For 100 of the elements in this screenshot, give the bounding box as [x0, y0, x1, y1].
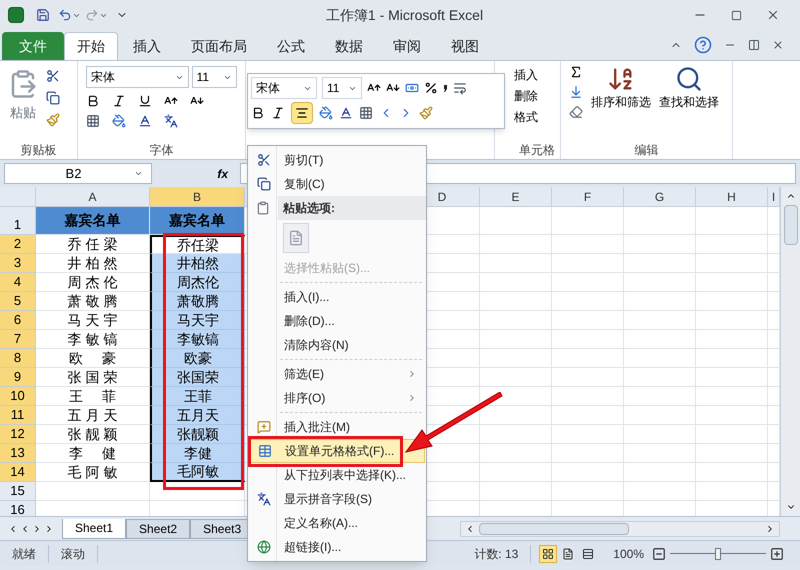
- row-header[interactable]: 15: [0, 482, 36, 501]
- vertical-scrollbar[interactable]: [780, 187, 800, 516]
- row-header[interactable]: 14: [0, 463, 36, 482]
- horizontal-scrollbar[interactable]: [460, 520, 780, 536]
- row-header[interactable]: 8: [0, 349, 36, 368]
- ribbon-tab[interactable]: 公式: [262, 32, 320, 60]
- column-header[interactable]: I: [768, 187, 780, 207]
- font-name-dropdown[interactable]: 宋体: [86, 66, 189, 88]
- phonetic-icon[interactable]: [164, 114, 178, 128]
- row-header[interactable]: 1: [0, 207, 36, 235]
- eraser-icon[interactable]: [569, 105, 583, 119]
- table-cell: [696, 273, 768, 292]
- row-header[interactable]: 5: [0, 292, 36, 311]
- ribbon-tab[interactable]: 数据: [320, 32, 378, 60]
- row-header[interactable]: 16: [0, 501, 36, 516]
- function-label[interactable]: fx: [156, 164, 236, 182]
- fill-color-icon[interactable]: [112, 114, 126, 128]
- row-header[interactable]: 3: [0, 254, 36, 273]
- paste-label[interactable]: 粘贴: [10, 103, 36, 122]
- ribbon-tab[interactable]: 页面布局: [176, 32, 262, 60]
- sheet-tab[interactable]: Sheet2: [126, 518, 190, 538]
- borders-icon[interactable]: [86, 114, 100, 128]
- maximize-icon[interactable]: [731, 10, 742, 20]
- column-header[interactable]: A: [36, 187, 150, 207]
- cells-command[interactable]: 删除: [514, 86, 538, 107]
- view-button[interactable]: [539, 544, 558, 562]
- find-select-button[interactable]: 查找和选择: [659, 65, 719, 141]
- file-tab[interactable]: 文件: [2, 32, 64, 60]
- column-header[interactable]: G: [624, 187, 696, 207]
- font-color-icon[interactable]: [138, 114, 152, 128]
- percent-icon[interactable]: [424, 81, 438, 95]
- cells-command[interactable]: 插入: [514, 65, 538, 86]
- row-header[interactable]: 7: [0, 330, 36, 349]
- zoom-slider[interactable]: [670, 548, 766, 560]
- menu-item[interactable]: 显示拼音字段(S): [249, 487, 425, 511]
- font-size-dropdown[interactable]: 11: [322, 77, 362, 99]
- cells-command[interactable]: 格式: [514, 107, 538, 128]
- borders-icon[interactable]: [359, 106, 373, 120]
- center-align-button[interactable]: [291, 102, 313, 124]
- column-header[interactable]: B: [150, 187, 245, 207]
- row-header[interactable]: 12: [0, 425, 36, 444]
- row-header[interactable]: 13: [0, 444, 36, 463]
- scroll-thumb[interactable]: [479, 522, 629, 534]
- restore-icon[interactable]: [748, 39, 760, 51]
- font-size-dropdown[interactable]: 11: [192, 66, 237, 88]
- sum-icon[interactable]: [569, 65, 583, 79]
- row-header[interactable]: 9: [0, 368, 36, 387]
- italic-icon[interactable]: [112, 94, 126, 108]
- scroll-thumb[interactable]: [784, 205, 798, 245]
- zoom-in-icon[interactable]: [770, 546, 784, 560]
- fill-icon[interactable]: [569, 85, 583, 99]
- excel-logo-icon: [8, 7, 24, 23]
- zoom-out-icon[interactable]: [652, 546, 666, 560]
- table-cell: [624, 482, 696, 501]
- font-name-dropdown[interactable]: 宋体: [251, 77, 317, 99]
- row-header[interactable]: 4: [0, 273, 36, 292]
- table-cell: [624, 387, 696, 406]
- column-header[interactable]: H: [696, 187, 768, 207]
- cut-icon[interactable]: [46, 69, 60, 83]
- italic-icon[interactable]: [271, 106, 285, 120]
- column-header[interactable]: E: [480, 187, 552, 207]
- bold-icon[interactable]: [251, 106, 265, 120]
- caret-icon[interactable]: [134, 169, 143, 178]
- name-box[interactable]: B2: [4, 163, 152, 184]
- copy-icon[interactable]: [46, 91, 60, 105]
- ribbon-tab[interactable]: 视图: [436, 32, 494, 60]
- menu-item[interactable]: 剪切(T): [249, 148, 425, 172]
- close-icon[interactable]: [766, 8, 780, 22]
- sheet-tab[interactable]: Sheet1: [62, 518, 126, 538]
- fill-color-icon[interactable]: [319, 106, 333, 120]
- underline-icon[interactable]: [138, 94, 152, 108]
- comma-style-icon[interactable]: [443, 84, 448, 92]
- sort-filter-button[interactable]: 排序和筛选: [591, 65, 651, 141]
- ribbon-tab[interactable]: 开始: [64, 32, 118, 60]
- menu-item[interactable]: 插入批注(M): [249, 415, 425, 439]
- currency-icon[interactable]: [405, 81, 419, 95]
- row-header[interactable]: 2: [0, 235, 36, 254]
- menu-item[interactable]: 删除(D)...: [249, 309, 425, 333]
- format-painter-icon[interactable]: [46, 113, 60, 127]
- merge-center-icon[interactable]: [453, 81, 467, 95]
- row-header[interactable]: 10: [0, 387, 36, 406]
- save-icon[interactable]: [36, 8, 50, 22]
- menu-item[interactable]: 从下拉列表中选择(K)...: [249, 463, 425, 487]
- menu-item[interactable]: 筛选(E): [249, 362, 425, 386]
- close-icon[interactable]: [772, 39, 784, 51]
- row-header[interactable]: 6: [0, 311, 36, 330]
- column-header[interactable]: F: [552, 187, 624, 207]
- ribbon-tab[interactable]: 审阅: [378, 32, 436, 60]
- menu-item[interactable]: 排序(O): [249, 386, 425, 410]
- bold-icon[interactable]: [86, 94, 100, 108]
- ribbon-tab[interactable]: 插入: [118, 32, 176, 60]
- font-color-icon[interactable]: [339, 106, 353, 120]
- format-painter-icon[interactable]: [419, 106, 433, 120]
- menu-item[interactable]: 清除内容(N): [249, 333, 425, 357]
- slider-thumb[interactable]: [715, 548, 721, 560]
- row-header[interactable]: 11: [0, 406, 36, 425]
- menu-item[interactable]: 插入(I)...: [249, 285, 425, 309]
- undo-icon[interactable]: [58, 8, 72, 22]
- help-icon[interactable]: [694, 36, 712, 54]
- table-cell: [696, 349, 768, 368]
